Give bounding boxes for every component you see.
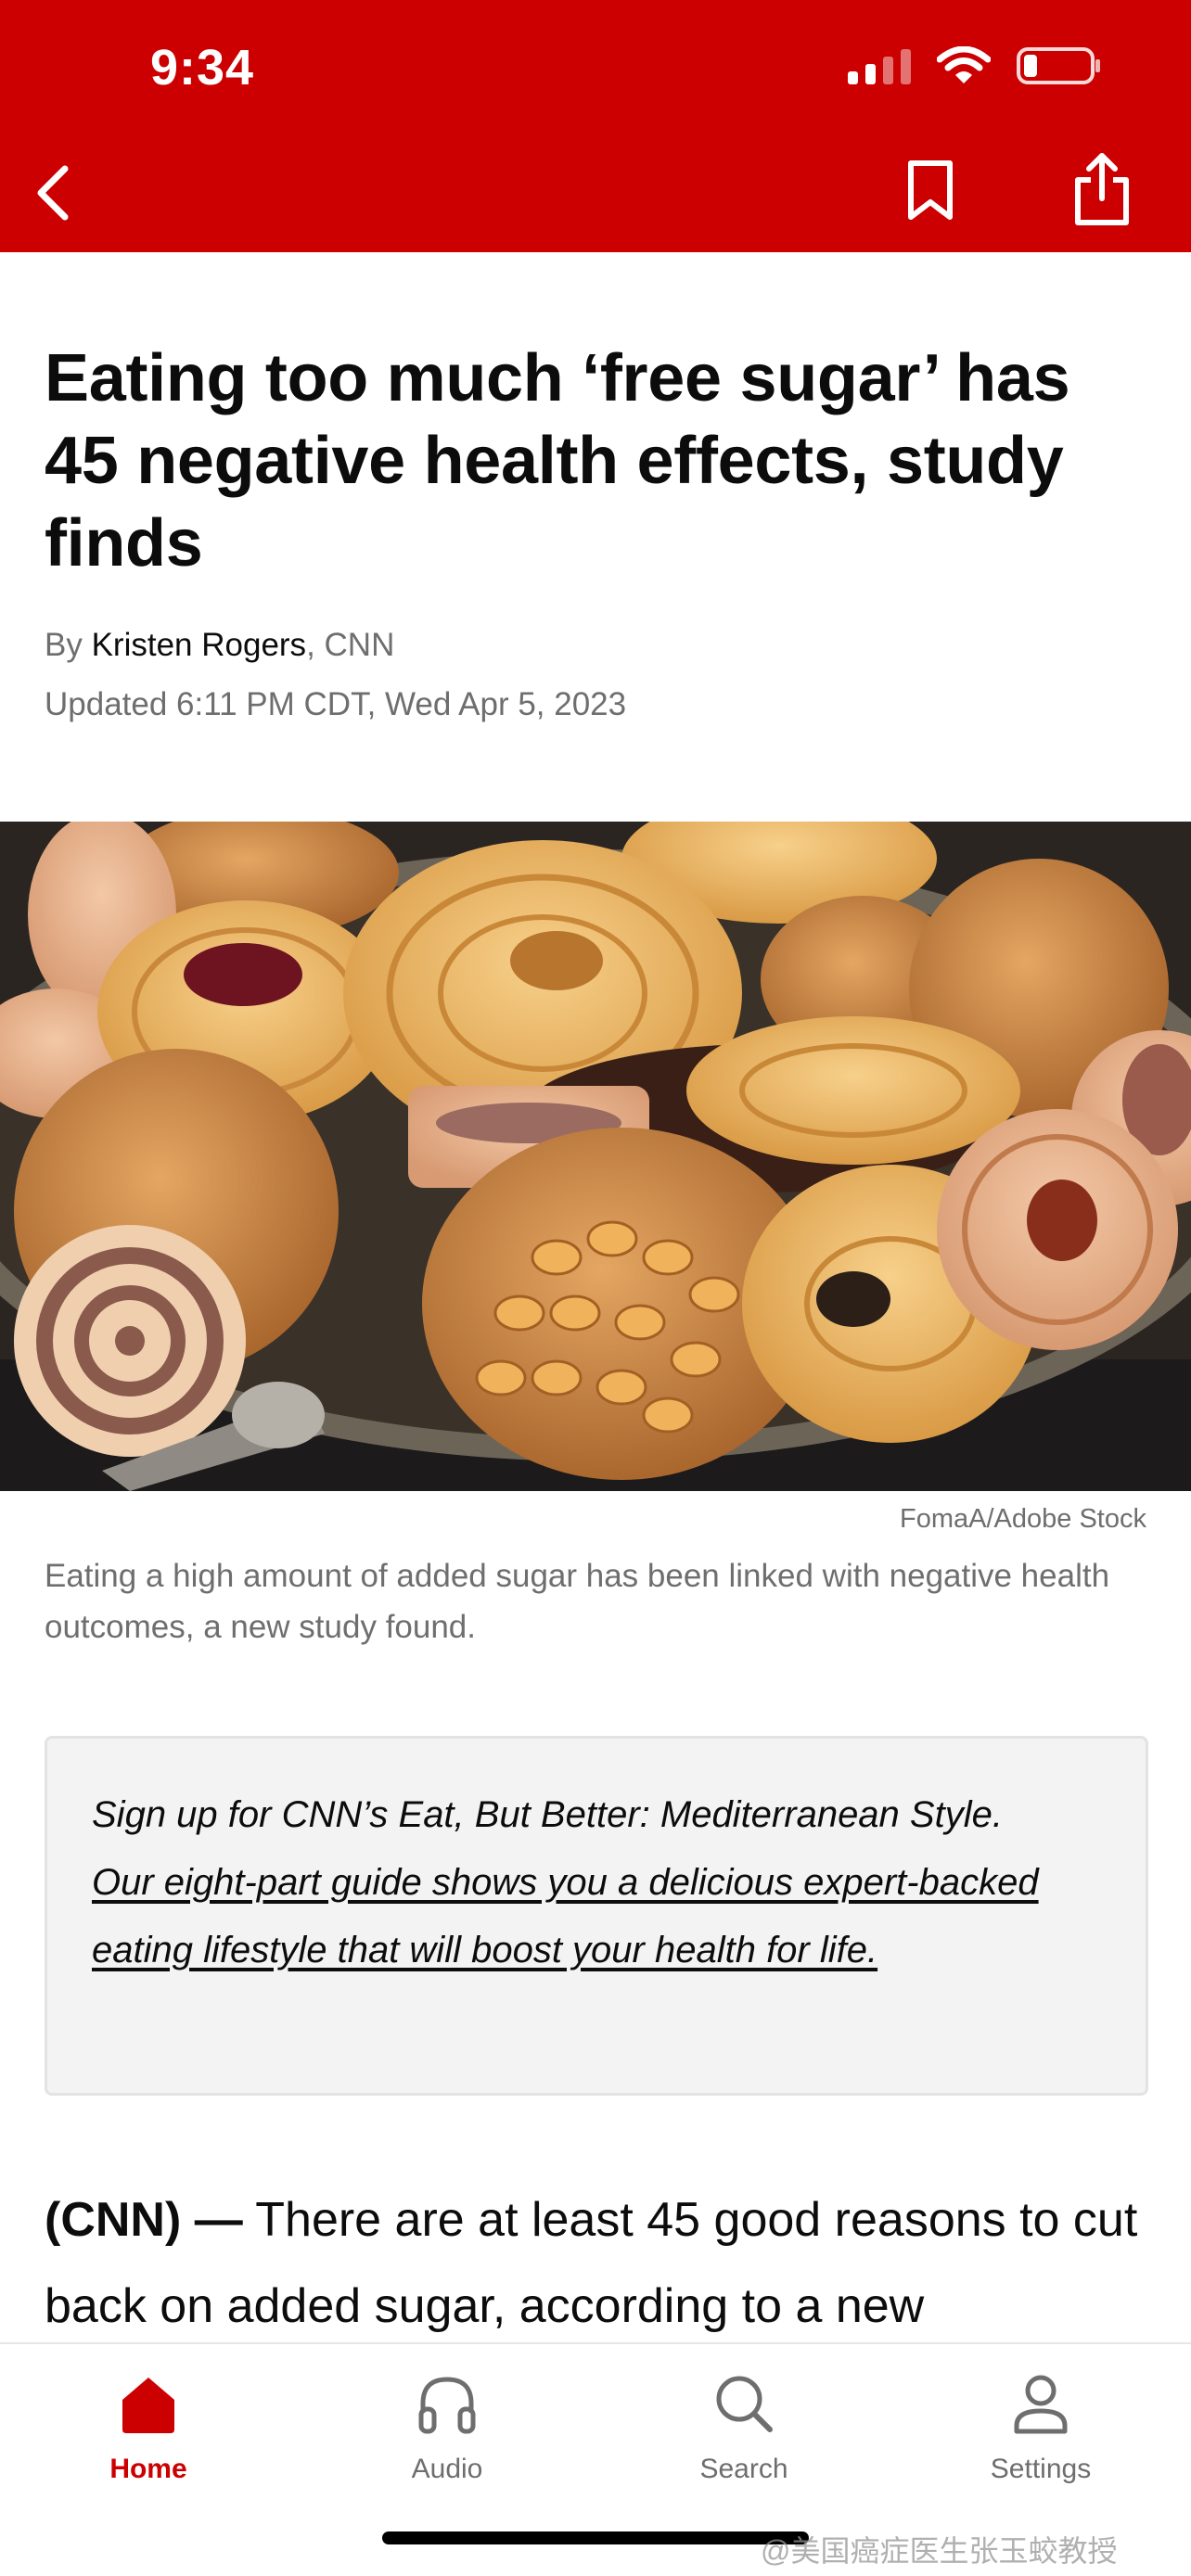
byline-source: , CNN — [306, 627, 395, 663]
back-button[interactable] — [28, 156, 83, 230]
article-lede: (CNN) — There are at least 45 good reaso… — [45, 2177, 1158, 2350]
article-nav — [0, 148, 1191, 232]
bookmark-icon — [908, 160, 953, 220]
share-icon — [1075, 153, 1129, 225]
cookies-illustration — [0, 822, 1191, 1491]
byline: By Kristen Rogers, CNN — [45, 627, 394, 664]
author-link[interactable]: Kristen Rogers — [92, 627, 306, 663]
image-caption: Eating a high amount of added sugar has … — [45, 1558, 1110, 1645]
headphones-icon — [418, 2377, 476, 2434]
status-icons — [848, 46, 1102, 85]
tab-home[interactable]: Home — [37, 2368, 260, 2507]
tab-label-audio: Audio — [411, 2454, 483, 2484]
home-indicator[interactable] — [382, 2531, 809, 2544]
cellular-signal-icon — [848, 47, 911, 84]
share-button[interactable] — [1067, 148, 1137, 232]
tab-audio[interactable]: Audio — [336, 2368, 558, 2507]
newsletter-promo: Sign up for CNN’s Eat, But Better: Medit… — [45, 1736, 1148, 2096]
article-headline: Eating too much ‘free sugar’ has 45 nega… — [45, 341, 1070, 580]
watermark: @美国癌症医生张玉蛟教授 — [761, 2534, 1118, 2568]
search-icon — [716, 2376, 773, 2432]
home-icon — [122, 2378, 174, 2433]
tab-label-search: Search — [699, 2454, 788, 2484]
updated-timestamp: Updated 6:11 PM CDT, Wed Apr 5, 2023 — [45, 686, 627, 722]
tab-settings[interactable]: Settings — [929, 2368, 1152, 2507]
dateline: (CNN) — — [45, 2193, 243, 2247]
tab-search[interactable]: Search — [633, 2368, 855, 2507]
image-credit: FomaA/Adobe Stock — [900, 1504, 1146, 1534]
tab-label-home: Home — [109, 2454, 187, 2484]
bookmark-button[interactable] — [898, 154, 963, 228]
hero-image — [0, 822, 1191, 1491]
tab-label-settings: Settings — [990, 2454, 1092, 2484]
byline-prefix: By — [45, 627, 92, 663]
status-time: 9:34 — [150, 40, 255, 96]
promo-link[interactable]: Our eight-part guide shows you a delicio… — [92, 1862, 1039, 1970]
promo-intro: Sign up for CNN’s Eat, But Better: Medit… — [92, 1794, 1003, 1835]
person-icon — [1014, 2375, 1068, 2434]
battery-icon — [1017, 47, 1100, 84]
wifi-icon — [937, 46, 991, 83]
chevron-left-icon — [37, 165, 69, 221]
app-header: 9:34 — [0, 0, 1191, 252]
